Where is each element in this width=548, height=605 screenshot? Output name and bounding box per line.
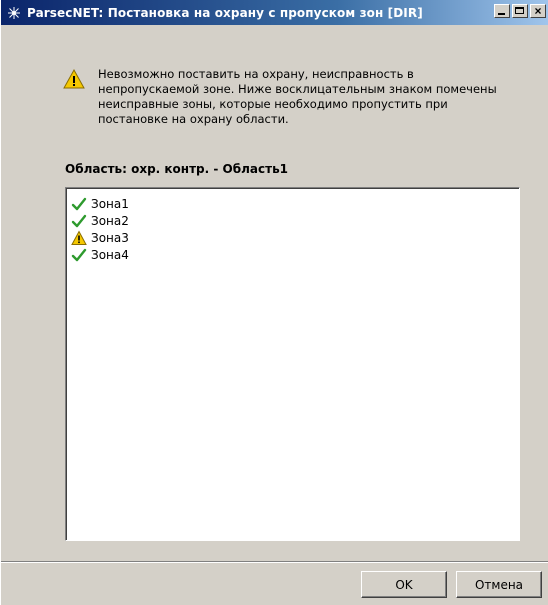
close-button[interactable]: × (530, 4, 546, 18)
minimize-button[interactable] (494, 4, 510, 18)
title-bar[interactable]: ParsecNET: Постановка на охрану с пропус… (1, 0, 548, 25)
list-item[interactable]: Зона4 (71, 246, 519, 263)
window-title: ParsecNET: Постановка на охрану с пропус… (27, 5, 423, 20)
maximize-button[interactable] (512, 4, 528, 18)
list-item[interactable]: Зона2 (71, 212, 519, 229)
warning-icon (71, 229, 87, 246)
zone-list[interactable]: Зона1 Зона2 Зона3 Зона4 (65, 187, 520, 541)
dialog-window: ParsecNET: Постановка на охрану с пропус… (0, 0, 548, 605)
zone-label: Зона4 (91, 247, 129, 262)
zone-label: Зона3 (91, 230, 129, 245)
window-controls: × (494, 4, 548, 18)
app-icon (6, 5, 22, 21)
check-icon (71, 196, 87, 212)
area-label: Область: охр. контр. - Область1 (65, 162, 289, 176)
cancel-button[interactable]: Отмена (456, 571, 542, 598)
zone-label: Зона2 (91, 213, 129, 228)
check-icon (71, 213, 87, 229)
warning-icon (63, 68, 85, 90)
error-message: Невозможно поставить на охрану, неисправ… (98, 67, 497, 126)
list-item[interactable]: Зона1 (71, 195, 519, 212)
check-icon (71, 247, 87, 263)
list-item[interactable]: Зона3 (71, 229, 519, 246)
zone-label: Зона1 (91, 196, 129, 211)
divider (1, 561, 548, 563)
ok-button[interactable]: OK (361, 571, 447, 598)
